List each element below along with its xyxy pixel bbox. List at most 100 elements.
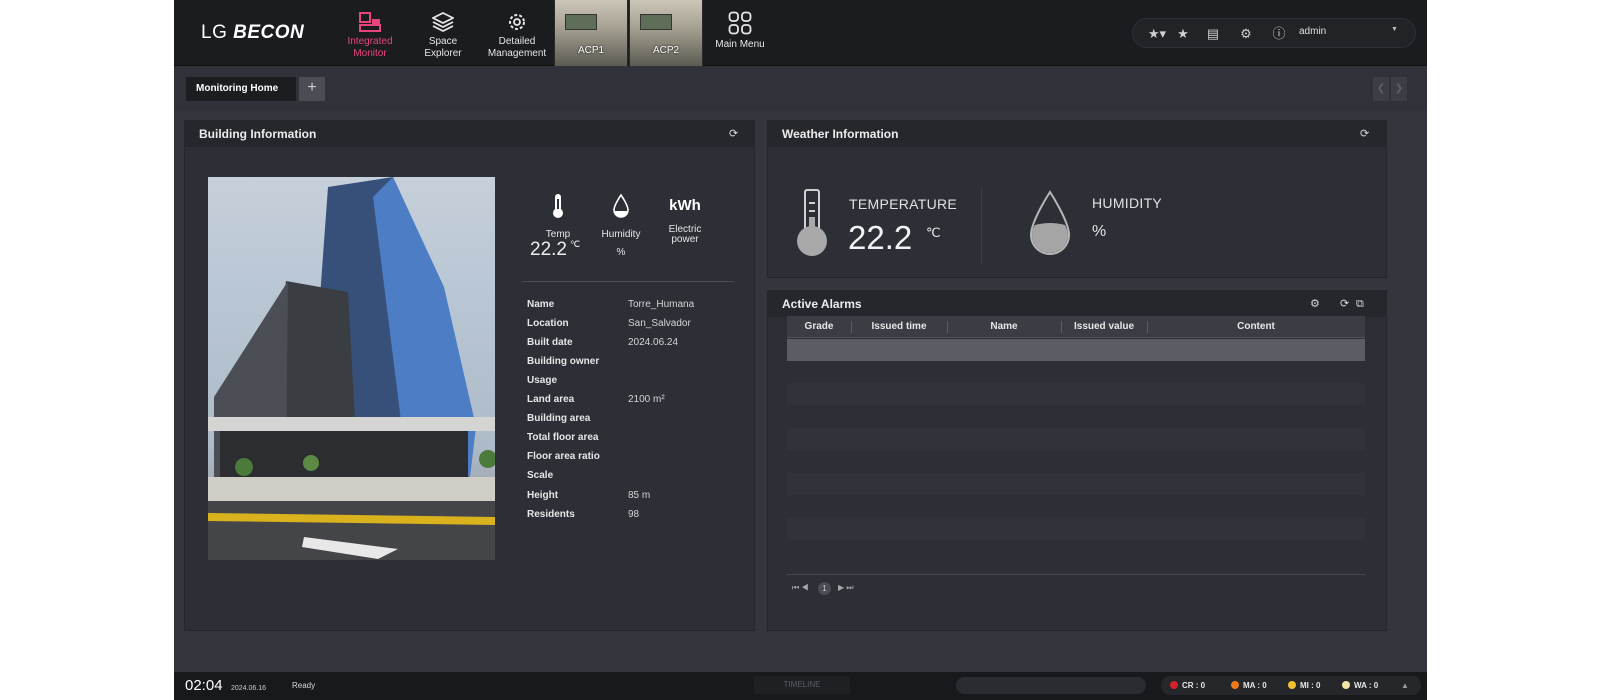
- refresh-icon[interactable]: ⟳: [1360, 121, 1369, 147]
- pagination-current-page[interactable]: 1: [818, 582, 831, 595]
- table-row[interactable]: [787, 383, 1365, 405]
- column-name[interactable]: Name: [947, 316, 1061, 338]
- tab-monitoring-home[interactable]: Monitoring Home: [186, 77, 296, 101]
- info-row-name: Name Torre_Humana: [527, 299, 747, 318]
- table-row[interactable]: [787, 473, 1365, 495]
- column-issued-time[interactable]: Issued time: [851, 316, 947, 338]
- pagination-next-last[interactable]: ▶ ⏭: [838, 583, 854, 593]
- tab-prev-button[interactable]: ❮: [1373, 77, 1389, 101]
- weather-temp-label: TEMPERATURE: [849, 196, 958, 212]
- count-minor-label: MI : 0: [1300, 681, 1321, 690]
- count-major-label: MA : 0: [1243, 681, 1267, 690]
- column-grade[interactable]: Grade: [787, 316, 851, 338]
- toolbar-right: ★▾ ★ ▤ ⚙ ⓘ admin ▼: [1132, 18, 1416, 48]
- refresh-gear-icon: [509, 14, 525, 30]
- building-panel-title: Building Information: [185, 121, 754, 147]
- add-tab-button[interactable]: +: [299, 77, 325, 101]
- popout-window-icon[interactable]: ⧉: [1356, 291, 1364, 317]
- count-minor[interactable]: MI : 0: [1288, 676, 1320, 695]
- info-key: Usage: [527, 375, 558, 386]
- nav-main-menu[interactable]: Main Menu: [704, 0, 776, 66]
- humidity-unit: %: [616, 247, 626, 258]
- major-dot-icon: [1231, 681, 1239, 689]
- table-row[interactable]: [787, 518, 1365, 540]
- weather-temp-unit: ℃: [926, 225, 941, 240]
- weather-humidity-unit: %: [1092, 223, 1107, 240]
- acp1-label: ACP1: [577, 45, 605, 56]
- user-menu[interactable]: admin: [1299, 26, 1326, 37]
- nav-detailed-management[interactable]: Detailed Management: [481, 0, 553, 66]
- pagination-first-prev[interactable]: ⏮ ◀: [792, 583, 809, 593]
- weather-temp-value: 22.2: [848, 219, 913, 256]
- info-key: Scale: [527, 470, 554, 481]
- count-major[interactable]: MA : 0: [1231, 676, 1267, 695]
- acp1-button[interactable]: ACP1: [554, 0, 628, 66]
- add-favorite-icon[interactable]: ★: [1173, 24, 1193, 44]
- temp-value: 22.2: [530, 239, 567, 260]
- info-row-scale: Scale: [527, 470, 747, 489]
- info-row-usage: Usage: [527, 375, 747, 394]
- info-key: Total floor area: [527, 432, 599, 443]
- weather-divider: [981, 187, 982, 265]
- app-logo[interactable]: LG BECON: [201, 22, 304, 44]
- temp-unit: ℃: [569, 239, 581, 249]
- grid-menu-icon: [728, 11, 752, 35]
- droplet-icon: [613, 193, 629, 218]
- building-info-panel: Building Information ⟳ Temp 22.2 ℃ Humid…: [184, 120, 755, 631]
- info-value: 2024.06.24: [628, 337, 679, 348]
- expand-up-icon[interactable]: ▲: [1401, 676, 1409, 695]
- sensor-electric-power: kWh Electric power: [657, 193, 713, 245]
- clipboard-icon[interactable]: ▤: [1203, 24, 1223, 44]
- table-row[interactable]: [787, 428, 1365, 450]
- humidity-label: Humidity: [601, 229, 641, 240]
- info-row-height: Height 85 m: [527, 490, 747, 509]
- refresh-icon[interactable]: ⟳: [1340, 291, 1349, 317]
- count-warning[interactable]: WA : 0: [1342, 676, 1378, 695]
- info-key: Building owner: [527, 356, 600, 367]
- info-icon[interactable]: ⓘ: [1269, 24, 1289, 44]
- becon-app: LG BECON Integrated Monitor Space Explor…: [174, 0, 1427, 700]
- settings-gear-icon[interactable]: ⚙: [1310, 291, 1320, 317]
- table-footer-line: [787, 574, 1365, 575]
- count-critical[interactable]: CR : 0: [1170, 676, 1205, 695]
- sensor-temp: Temp 22.2 ℃: [530, 193, 586, 260]
- status-search-field[interactable]: [956, 677, 1146, 694]
- count-critical-label: CR : 0: [1182, 681, 1206, 690]
- nav-label-line1: Space: [428, 36, 458, 47]
- table-row-selected[interactable]: [787, 339, 1365, 361]
- info-key: Height: [527, 490, 559, 501]
- timeline-button[interactable]: TIMELINE: [754, 676, 850, 694]
- controller-screen-icon: [565, 14, 597, 30]
- clock-date: 2024.06.16: [231, 685, 267, 692]
- nav-space-explorer[interactable]: Space Explorer: [407, 0, 479, 66]
- layers-icon: [432, 12, 454, 32]
- thermometer-icon: [553, 194, 563, 218]
- column-issued-value[interactable]: Issued value: [1061, 316, 1147, 338]
- weather-info-panel: Weather Information ⟳ TEMPERATURE 22.2 ℃…: [767, 120, 1387, 278]
- info-value: 85 m: [628, 490, 651, 501]
- top-bar: LG BECON Integrated Monitor Space Explor…: [174, 0, 1427, 66]
- info-key: Floor area ratio: [527, 451, 600, 462]
- main-menu-label: Main Menu: [715, 39, 765, 50]
- tab-next-button[interactable]: ❯: [1391, 77, 1407, 101]
- info-row-total-floor-area: Total floor area: [527, 432, 747, 451]
- info-key: Built date: [527, 337, 573, 348]
- tab-bar: Monitoring Home + ❮ ❯: [174, 66, 1427, 110]
- status-bar: 02:04 2024.06.16 Ready TIMELINE CR : 0 M…: [174, 672, 1427, 700]
- info-value: 2100 m²: [628, 394, 665, 405]
- column-content[interactable]: Content: [1147, 316, 1365, 338]
- weather-panel-title: Weather Information: [768, 121, 1386, 147]
- favorites-star-icon[interactable]: ★▾: [1147, 24, 1167, 44]
- controller-screen-icon: [640, 14, 672, 30]
- nav-integrated-monitor[interactable]: Integrated Monitor: [334, 0, 406, 66]
- nav-label-line1: Integrated: [347, 36, 393, 47]
- building-photo-graphic: [208, 177, 495, 560]
- chevron-down-icon[interactable]: ▼: [1391, 26, 1398, 33]
- settings-gear-icon[interactable]: ⚙: [1236, 24, 1256, 44]
- acp2-button[interactable]: ACP2: [629, 0, 703, 66]
- nav-label-line1: Detailed: [498, 36, 536, 47]
- sensor-humidity: Humidity %: [593, 193, 649, 258]
- info-row-built-date: Built date 2024.06.24: [527, 337, 747, 356]
- sensor-divider: [522, 281, 734, 282]
- refresh-icon[interactable]: ⟳: [729, 121, 738, 147]
